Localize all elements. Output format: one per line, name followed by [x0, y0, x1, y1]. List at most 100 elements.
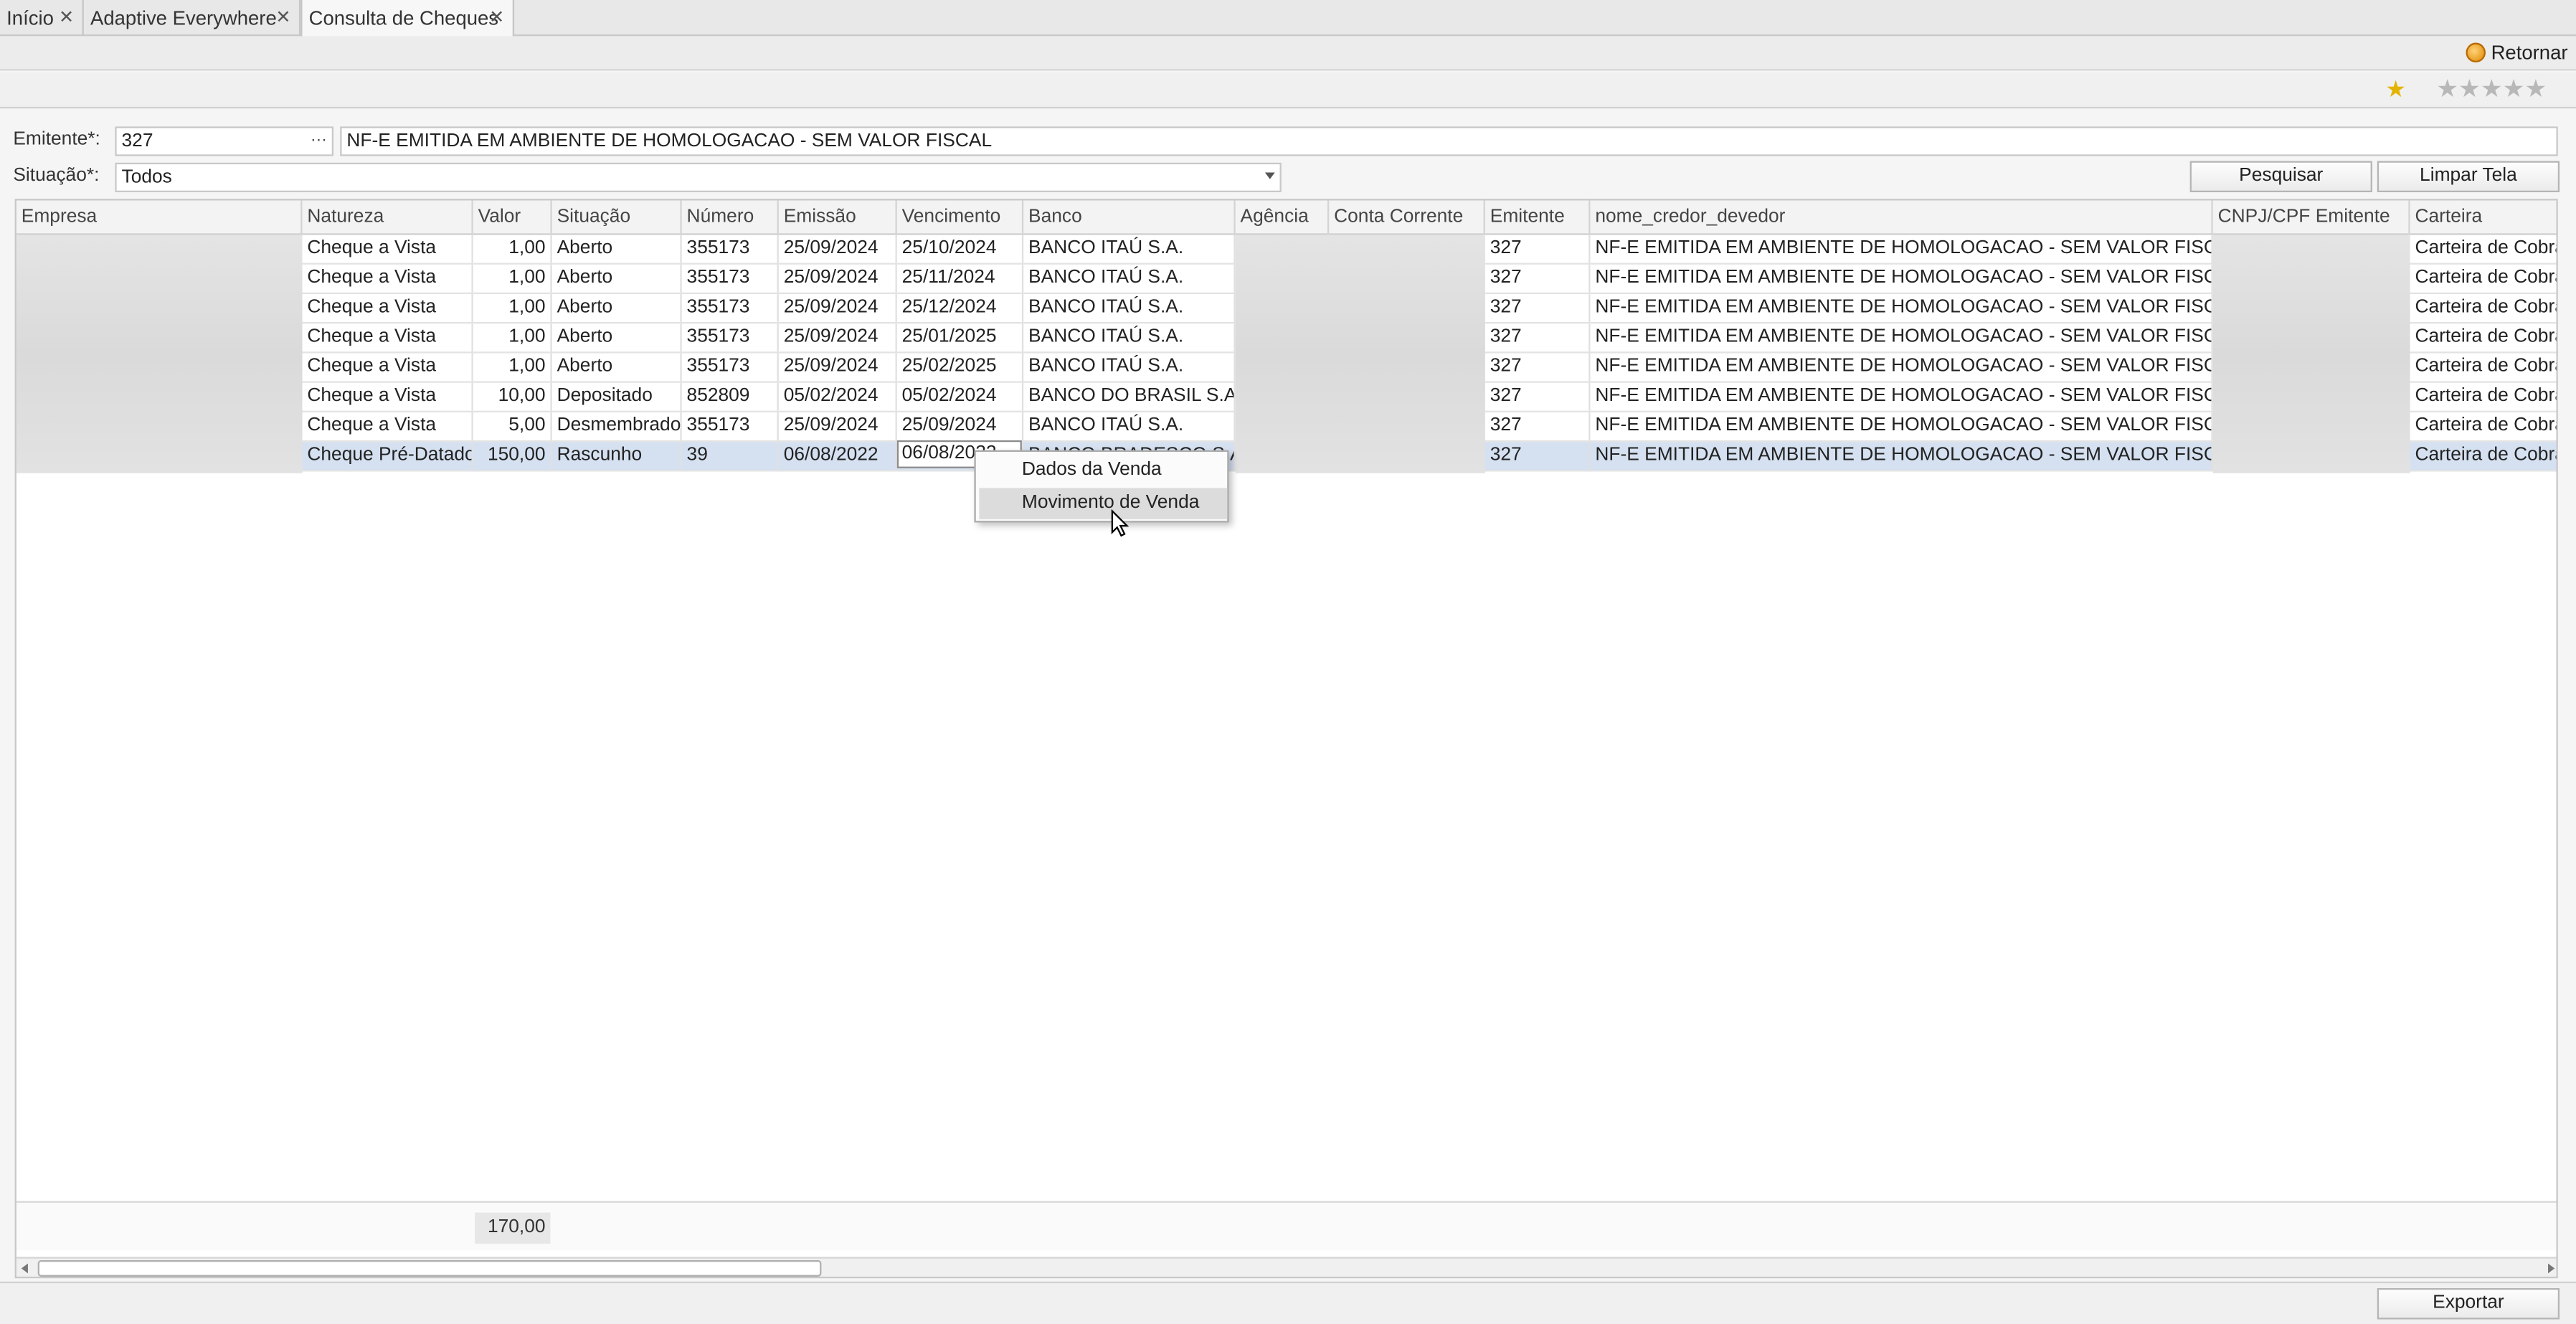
cell-emitente[interactable]: 327: [1485, 294, 1591, 322]
cell-emissao[interactable]: 25/09/2024: [779, 412, 897, 440]
cell-numero[interactable]: 852809: [682, 382, 779, 411]
cell-emitente[interactable]: 327: [1485, 323, 1591, 352]
cell-banco[interactable]: BANCO DO BRASIL S.A.: [1023, 382, 1236, 411]
col-emissao[interactable]: Emissão: [779, 200, 897, 235]
col-nome-credor-devedor[interactable]: nome_credor_devedor: [1590, 200, 2213, 235]
cell-vencimento[interactable]: 25/09/2024: [897, 412, 1024, 440]
cell-natureza[interactable]: Cheque Pré-Datado: [303, 442, 473, 471]
col-emitente[interactable]: Emitente: [1485, 200, 1591, 235]
cell-carteira[interactable]: Carteira de Cobrança: [2410, 354, 2556, 382]
cell-vencimento[interactable]: 05/02/2024: [897, 382, 1024, 411]
col-agencia[interactable]: Agência: [1236, 200, 1330, 235]
tab-inicio[interactable]: Início ✕: [0, 0, 84, 37]
chevron-down-icon[interactable]: [1264, 172, 1275, 179]
cell-banco[interactable]: BANCO ITAÚ S.A.: [1023, 353, 1236, 382]
cell-situacao[interactable]: Aberto: [552, 323, 682, 352]
cell-natureza[interactable]: Cheque a Vista: [303, 353, 473, 382]
cell-natureza[interactable]: Cheque a Vista: [303, 235, 473, 263]
col-conta-corrente[interactable]: Conta Corrente: [1329, 200, 1485, 235]
cell-banco[interactable]: BANCO ITAÚ S.A.: [1023, 235, 1236, 263]
tab-adaptive-everywhere[interactable]: Adaptive Everywhere ✕: [84, 0, 301, 37]
cell-situacao[interactable]: Aberto: [552, 235, 682, 263]
cell-emissao[interactable]: 25/09/2024: [779, 264, 897, 293]
col-banco[interactable]: Banco: [1023, 200, 1236, 235]
cell-vencimento[interactable]: 25/02/2025: [897, 353, 1024, 382]
col-natureza[interactable]: Natureza: [303, 200, 473, 235]
cell-credor[interactable]: NF-E EMITIDA EM AMBIENTE DE HOMOLOGACAO …: [1590, 264, 2213, 293]
cell-carteira[interactable]: Carteira de Cobrança: [2410, 323, 2556, 351]
col-valor[interactable]: Valor: [473, 200, 552, 235]
cell-credor[interactable]: NF-E EMITIDA EM AMBIENTE DE HOMOLOGACAO …: [1590, 323, 2213, 352]
cell-credor[interactable]: NF-E EMITIDA EM AMBIENTE DE HOMOLOGACAO …: [1590, 353, 2213, 382]
cell-situacao[interactable]: Rascunho: [552, 442, 682, 471]
cell-valor[interactable]: 1,00: [473, 264, 552, 293]
cell-numero[interactable]: 355173: [682, 323, 779, 352]
cell-vencimento[interactable]: 25/01/2025: [897, 323, 1024, 352]
scrollbar-thumb[interactable]: [37, 1260, 822, 1277]
cell-natureza[interactable]: Cheque a Vista: [303, 323, 473, 352]
cell-emissao[interactable]: 05/02/2024: [779, 382, 897, 411]
cell-emissao[interactable]: 25/09/2024: [779, 353, 897, 382]
cell-natureza[interactable]: Cheque a Vista: [303, 294, 473, 322]
cell-carteira[interactable]: Carteira de Cobrança: [2410, 265, 2556, 293]
cell-emitente[interactable]: 327: [1485, 353, 1591, 382]
menu-item-dados-da-venda[interactable]: Dados da Venda: [979, 455, 1227, 487]
cell-valor[interactable]: 1,00: [473, 235, 552, 263]
limpar-tela-button[interactable]: Limpar Tela: [2377, 161, 2560, 193]
cell-emissao[interactable]: 25/09/2024: [779, 323, 897, 352]
cell-situacao[interactable]: Aberto: [552, 264, 682, 293]
cell-credor[interactable]: NF-E EMITIDA EM AMBIENTE DE HOMOLOGACAO …: [1590, 294, 2213, 322]
col-situacao[interactable]: Situação: [552, 200, 682, 235]
cell-carteira[interactable]: Carteira de Cobrança: [2410, 412, 2556, 440]
cell-emitente[interactable]: 327: [1485, 442, 1591, 471]
cell-valor[interactable]: 1,00: [473, 323, 552, 352]
cell-credor[interactable]: NF-E EMITIDA EM AMBIENTE DE HOMOLOGACAO …: [1590, 382, 2213, 411]
cell-emitente[interactable]: 327: [1485, 235, 1591, 263]
cell-situacao[interactable]: Aberto: [552, 353, 682, 382]
cell-carteira[interactable]: Carteira de Cobrança: [2410, 442, 2556, 470]
cell-vencimento[interactable]: 25/12/2024: [897, 294, 1024, 322]
col-vencimento[interactable]: Vencimento: [897, 200, 1024, 235]
favorite-star-icon[interactable]: ★: [2385, 75, 2406, 103]
cell-credor[interactable]: NF-E EMITIDA EM AMBIENTE DE HOMOLOGACAO …: [1590, 412, 2213, 440]
menu-item-movimento-de-venda[interactable]: Movimento de Venda: [979, 488, 1228, 519]
emitente-code-input[interactable]: 327 ···: [115, 126, 334, 156]
tab-consulta-de-cheques[interactable]: Consulta de Cheques ✕: [300, 0, 515, 38]
cell-emissao[interactable]: 06/08/2022: [779, 442, 897, 471]
cell-valor[interactable]: 1,00: [473, 353, 552, 382]
cell-numero[interactable]: 355173: [682, 353, 779, 382]
col-numero[interactable]: Número: [682, 200, 779, 235]
col-cnpj-cpf-emitente[interactable]: CNPJ/CPF Emitente: [2213, 200, 2410, 235]
cell-emitente[interactable]: 327: [1485, 412, 1591, 440]
cell-natureza[interactable]: Cheque a Vista: [303, 264, 473, 293]
cell-valor[interactable]: 5,00: [473, 412, 552, 440]
cell-valor[interactable]: 1,00: [473, 294, 552, 322]
cell-banco[interactable]: BANCO ITAÚ S.A.: [1023, 323, 1236, 352]
cell-situacao[interactable]: Desmembrado: [552, 412, 682, 440]
close-icon[interactable]: ✕: [59, 0, 74, 36]
lookup-icon[interactable]: ···: [311, 128, 327, 155]
rating-stars-icon[interactable]: ★★★★★: [2436, 74, 2547, 103]
cell-situacao[interactable]: Depositado: [552, 382, 682, 411]
cell-credor[interactable]: NF-E EMITIDA EM AMBIENTE DE HOMOLOGACAO …: [1590, 235, 2213, 263]
horizontal-scrollbar[interactable]: [16, 1257, 2557, 1277]
cell-credor[interactable]: NF-E EMITIDA EM AMBIENTE DE HOMOLOGACAO …: [1590, 442, 2213, 471]
cell-carteira[interactable]: Carteira de Cobrança: [2410, 383, 2556, 411]
cell-banco[interactable]: BANCO ITAÚ S.A.: [1023, 412, 1236, 440]
cell-vencimento[interactable]: 25/10/2024: [897, 235, 1024, 263]
cell-carteira[interactable]: Carteira de Cobrança: [2410, 235, 2556, 263]
retornar-button[interactable]: Retornar: [2466, 41, 2568, 64]
close-icon[interactable]: ✕: [489, 0, 504, 36]
cell-emitente[interactable]: 327: [1485, 382, 1591, 411]
cell-numero[interactable]: 355173: [682, 294, 779, 322]
cell-valor[interactable]: 150,00: [473, 442, 552, 471]
cell-numero[interactable]: 355173: [682, 412, 779, 440]
cell-banco[interactable]: BANCO ITAÚ S.A.: [1023, 294, 1236, 322]
cell-emissao[interactable]: 25/09/2024: [779, 294, 897, 322]
exportar-button[interactable]: Exportar: [2377, 1287, 2560, 1320]
col-empresa[interactable]: Empresa: [16, 200, 303, 235]
scroll-right-icon[interactable]: [2548, 1263, 2555, 1274]
cell-situacao[interactable]: Aberto: [552, 294, 682, 322]
cell-emissao[interactable]: 25/09/2024: [779, 235, 897, 263]
cell-natureza[interactable]: Cheque a Vista: [303, 382, 473, 411]
